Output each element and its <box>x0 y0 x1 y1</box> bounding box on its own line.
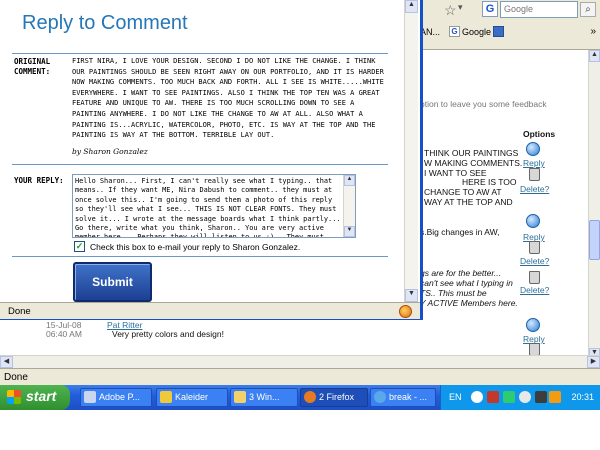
comment-line: W MAKING COMMENTS. <box>424 158 523 168</box>
reply-textarea[interactable]: Hello Sharon... First, I can't really se… <box>72 174 356 238</box>
taskbar-item-windows[interactable]: 3 Win... <box>230 388 298 407</box>
feedback-hint: otion to leave you some feedback <box>420 99 547 109</box>
scroll-right-arrow-icon[interactable]: ▶ <box>587 356 600 368</box>
blank-area <box>0 410 600 450</box>
divider <box>12 256 388 257</box>
comment-line: gs are for the better... <box>420 268 501 278</box>
tray-icon[interactable] <box>503 391 515 403</box>
reply-scrollbar[interactable]: ▲ ▼ <box>343 175 355 237</box>
options-label: Options <box>523 129 556 139</box>
popup-vertical-scrollbar[interactable]: ▲ ▼ <box>404 0 418 302</box>
comment-text: Very pretty colors and design! <box>112 329 224 339</box>
scroll-up-arrow-icon[interactable]: ▲ <box>589 50 600 62</box>
divider <box>12 53 388 54</box>
start-label: start <box>26 388 57 404</box>
status-text: Done <box>8 306 31 317</box>
taskbar-item-adobe[interactable]: Adobe P... <box>80 388 152 407</box>
folder-icon <box>234 391 246 403</box>
comment-line: s.Big changes in AW, <box>420 227 500 237</box>
original-comment-author: by Sharon Gonzalez <box>72 147 148 156</box>
bookmark-icon[interactable] <box>493 26 504 37</box>
taskbar-item-kaleider[interactable]: Kaleider <box>156 388 228 407</box>
reply-text[interactable]: Hello Sharon... First, I can't really se… <box>75 177 343 237</box>
comment-line: HERE IS TOO <box>462 177 517 187</box>
scrollbar-thumb[interactable] <box>589 220 600 260</box>
trash-icon[interactable] <box>529 271 540 284</box>
bookmarks-bar: AN... G Google » <box>415 24 600 42</box>
reply-icon[interactable] <box>526 214 540 228</box>
scroll-down-arrow-icon[interactable]: ▼ <box>344 226 355 237</box>
scroll-down-arrow-icon[interactable]: ▼ <box>405 289 418 302</box>
task-label: 2 Firefox <box>319 392 355 402</box>
delete-link[interactable]: Delete? <box>520 184 549 194</box>
bookmark-star-icon[interactable]: ☆ <box>444 2 457 18</box>
email-reply-checkbox[interactable]: ✓ <box>74 241 85 252</box>
submit-button[interactable]: Submit <box>73 262 152 302</box>
taskbar-item-firefox[interactable]: 2 Firefox <box>300 388 368 407</box>
reply-popup-window: Reply to Comment ▲ ▼ ORIGINAL COMMENT: F… <box>0 0 423 320</box>
google-bookmark-icon[interactable]: G <box>449 26 460 37</box>
tray-icon[interactable] <box>535 391 547 403</box>
popup-status-bar: Done <box>0 302 420 319</box>
dropdown-chevron-icon[interactable]: ▾ <box>458 2 463 18</box>
trash-icon[interactable] <box>529 168 540 181</box>
system-tray: EN 20:31 <box>440 385 600 410</box>
trash-icon[interactable] <box>529 241 540 254</box>
start-button[interactable]: start <box>0 385 70 410</box>
adobe-app-icon <box>84 391 96 403</box>
tray-icon[interactable] <box>549 391 561 403</box>
your-reply-label: YOUR REPLY: <box>14 176 64 185</box>
comment-line: WAY AT THE TOP AND <box>424 197 513 207</box>
bookmark-item[interactable]: AN... <box>420 27 440 37</box>
email-checkbox-label: Check this box to e-mail your reply to S… <box>90 242 301 252</box>
divider <box>12 164 388 165</box>
reply-link[interactable]: Reply <box>523 158 545 168</box>
reply-icon[interactable] <box>526 318 540 332</box>
comment-line: THINK OUR PAINTINGS <box>424 148 519 158</box>
popup-title: Reply to Comment <box>22 12 188 34</box>
kaleider-app-icon <box>160 391 172 403</box>
browser-status-bar: Done <box>0 368 600 385</box>
windows-taskbar: start Adobe P... Kaleider 3 Win... 2 Fir… <box>0 385 600 410</box>
tray-icon[interactable] <box>519 391 531 403</box>
desktop-screen: ☆ ▾ G Google ⌕ AN... G Google » otion to… <box>0 0 600 450</box>
task-label: Adobe P... <box>99 392 140 402</box>
clock[interactable]: 20:31 <box>571 392 594 402</box>
task-label: break - ... <box>389 392 428 402</box>
task-label: Kaleider <box>175 392 209 402</box>
comment-line: can't see what I typing in <box>420 278 513 288</box>
page-horizontal-scrollbar[interactable]: ◀ ▶ <box>0 355 600 368</box>
taskbar-item-break[interactable]: break - ... <box>370 388 436 407</box>
windows-logo-icon <box>7 390 21 404</box>
tray-icon[interactable] <box>487 391 499 403</box>
original-comment-label: ORIGINAL COMMENT: <box>14 57 51 76</box>
search-go-icon[interactable]: ⌕ <box>580 2 596 17</box>
task-label: 3 Win... <box>249 392 280 402</box>
comment-line: TS.. This must be <box>420 288 487 298</box>
page-vertical-scrollbar[interactable]: ▲ ▼ <box>588 50 600 360</box>
search-input[interactable]: Google <box>500 1 578 18</box>
tray-icon[interactable] <box>471 391 483 403</box>
delete-link[interactable]: Delete? <box>520 256 549 266</box>
google-search-engine-icon[interactable]: G <box>482 1 498 17</box>
scroll-up-arrow-icon[interactable]: ▲ <box>405 0 418 13</box>
browser-icon <box>374 391 386 403</box>
scroll-up-arrow-icon[interactable]: ▲ <box>344 175 355 186</box>
firefox-icon <box>399 305 412 318</box>
original-comment-text: FIRST NIRA, I LOVE YOUR DESIGN. SECOND I… <box>72 57 384 140</box>
overflow-chevron-icon[interactable]: » <box>590 26 596 37</box>
scroll-left-arrow-icon[interactable]: ◀ <box>0 356 13 368</box>
reply-icon[interactable] <box>526 142 540 156</box>
firefox-icon <box>304 391 316 403</box>
status-text: Done <box>4 372 28 383</box>
delete-link[interactable]: Delete? <box>520 285 549 295</box>
comment-line: CHANGE TO AW AT <box>424 187 502 197</box>
comment-time: 06:40 AM <box>46 329 82 339</box>
bookmark-google[interactable]: Google <box>462 27 491 37</box>
language-indicator[interactable]: EN <box>449 392 462 402</box>
comment-line: Y ACTIVE Members here. <box>420 298 518 308</box>
background-comments-panel: otion to leave you some feedback Options… <box>418 60 583 360</box>
